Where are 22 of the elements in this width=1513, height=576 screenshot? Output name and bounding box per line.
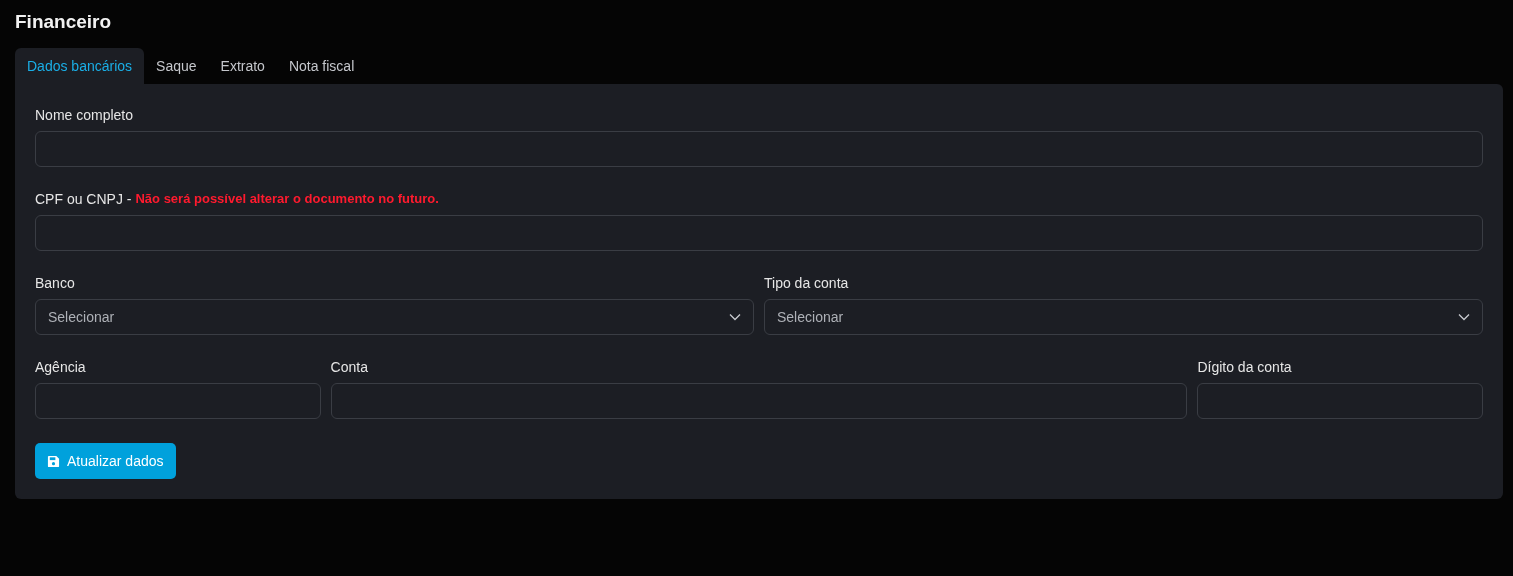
select-field[interactable]: Selecionar [35, 299, 754, 335]
tab[interactable]: Extrato [208, 48, 277, 84]
warning-text: Não será possível alterar o documento no futuro. [135, 191, 439, 207]
input-field[interactable] [35, 383, 321, 419]
page-title: Financeiro [15, 10, 113, 34]
chevron-down-icon [1458, 313, 1470, 321]
input-field[interactable] [35, 215, 1483, 251]
field-label: Tipo da conta [764, 275, 849, 291]
tab[interactable]: Saque [144, 48, 209, 84]
input-field[interactable] [35, 131, 1483, 167]
field-label: Banco [35, 275, 75, 291]
field-label: Conta [330, 359, 368, 375]
field-label: CPF ou CNPJ - [35, 191, 132, 207]
tab[interactable]: Dados bancários [15, 48, 145, 84]
input-field[interactable] [330, 383, 1188, 419]
field-label: Agência [35, 359, 86, 375]
select-field[interactable]: Selecionar [764, 299, 1483, 335]
field-label: Nome completo [35, 107, 134, 123]
input-field[interactable] [1197, 383, 1483, 419]
tab[interactable]: Nota fiscal [276, 48, 367, 84]
chevron-down-icon [729, 313, 741, 321]
field-label: Dígito da conta [1197, 359, 1292, 375]
